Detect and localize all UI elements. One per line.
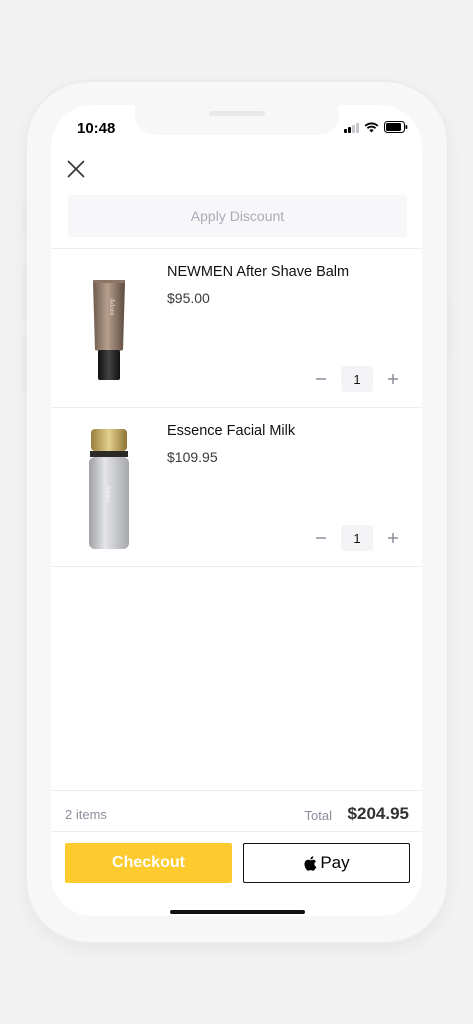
minus-icon (316, 537, 326, 539)
product-price: $109.95 (167, 449, 218, 465)
product-brand-label: Adore (108, 298, 116, 316)
apple-logo-icon (304, 855, 317, 871)
decrease-quantity-button[interactable] (310, 368, 332, 390)
plus-icon (388, 533, 398, 543)
product-image-tube: Adore (93, 280, 125, 380)
product-price: $95.00 (167, 290, 210, 306)
quantity-value: 1 (341, 525, 373, 551)
apple-pay-button[interactable]: Pay (243, 843, 410, 883)
status-time: 10:48 (77, 120, 116, 137)
minus-icon (316, 378, 326, 380)
signal-icon (344, 122, 359, 133)
items-count: 2 items (65, 807, 107, 822)
wifi-icon (364, 122, 379, 132)
screen: 10:48 Apply Discount Adore NEWMEN After … (51, 105, 422, 916)
battery-icon (384, 121, 408, 133)
decrease-quantity-button[interactable] (310, 527, 332, 549)
side-button-mute (23, 202, 27, 236)
side-button-power (447, 300, 451, 356)
cart-item: Adore NEWMEN After Shave Balm $95.00 1 (51, 250, 422, 408)
product-name: Essence Facial Milk (167, 423, 296, 439)
increase-quantity-button[interactable] (382, 527, 404, 549)
divider (51, 566, 422, 567)
notch (135, 105, 339, 135)
home-indicator (170, 910, 305, 914)
apple-pay-label: Pay (320, 853, 350, 872)
increase-quantity-button[interactable] (382, 368, 404, 390)
total-label: Total (304, 808, 332, 823)
divider (51, 831, 422, 832)
close-button[interactable] (65, 158, 87, 180)
side-button-volume-up (23, 265, 27, 323)
quantity-stepper: 1 (310, 525, 404, 551)
total-value: $204.95 (347, 804, 409, 823)
cart-footer: 2 items Total $204.95 Checkout Pay (51, 790, 422, 916)
quantity-value: 1 (341, 366, 373, 392)
product-brand-label: Adore (104, 485, 112, 503)
apply-discount-button[interactable]: Apply Discount (68, 195, 407, 237)
checkout-button[interactable]: Checkout (65, 843, 232, 883)
product-image-bottle: Adore (89, 429, 129, 549)
product-name: NEWMEN After Shave Balm (167, 264, 350, 280)
speaker-grille (209, 111, 265, 116)
quantity-stepper: 1 (310, 366, 404, 392)
divider (51, 248, 422, 249)
divider (51, 407, 422, 408)
close-icon (67, 160, 85, 178)
side-button-volume-down (23, 335, 27, 393)
status-icons (344, 121, 408, 133)
cart-item: Adore Essence Facial Milk $109.95 1 (51, 409, 422, 567)
plus-icon (388, 374, 398, 384)
